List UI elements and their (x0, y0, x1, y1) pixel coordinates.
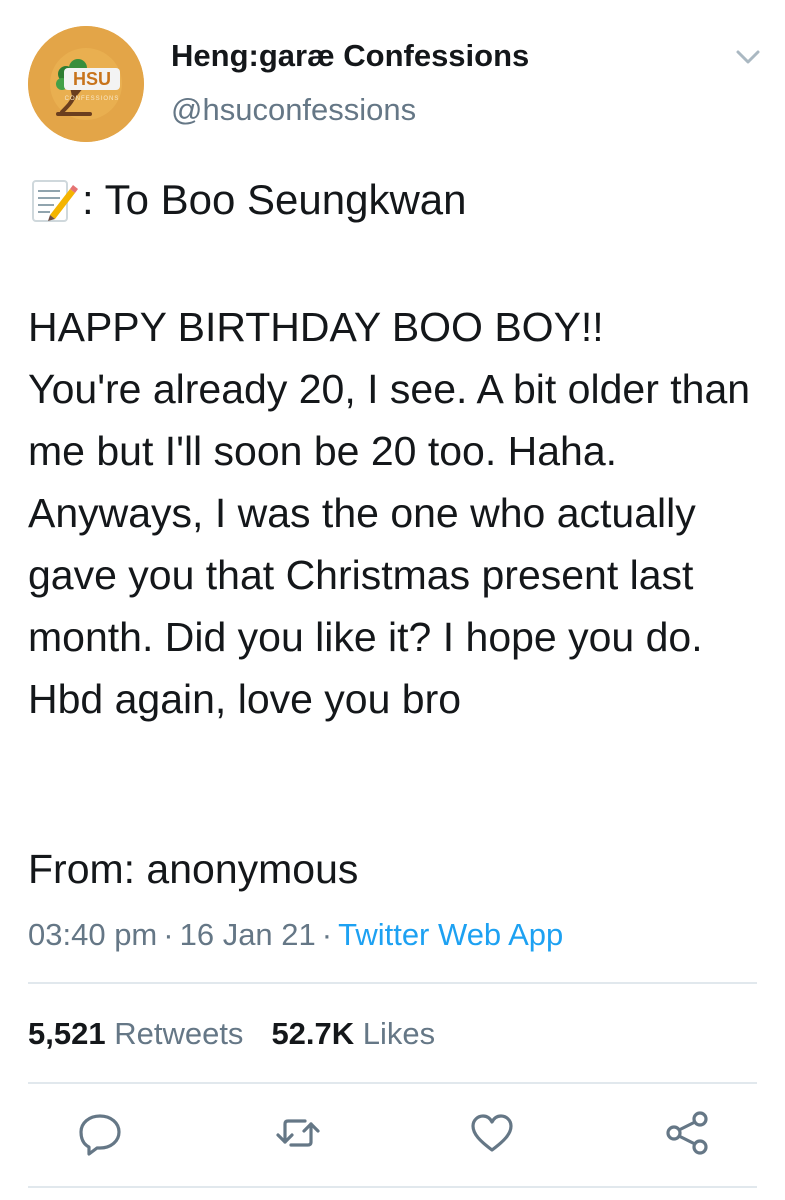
heart-icon (471, 1114, 513, 1152)
tweet-stats: 5,521 Retweets 52.7K Likes (28, 1012, 435, 1056)
hsu-logo-icon: HSU CONFESSIONS (28, 26, 144, 142)
tweet-title: : To Boo Seungkwan (28, 170, 467, 230)
avatar-logo-text: HSU (73, 69, 111, 89)
share-button[interactable] (662, 1108, 712, 1158)
divider (28, 982, 757, 984)
tweet-title-text: : To Boo Seungkwan (82, 176, 467, 223)
share-icon (666, 1111, 708, 1155)
likes-count: 52.7K (271, 1016, 355, 1051)
avatar-logo-subtext: CONFESSIONS (65, 96, 120, 102)
like-button[interactable] (467, 1108, 517, 1158)
retweets-label: Retweets (114, 1016, 244, 1051)
tweet-body: HAPPY BIRTHDAY BOO BOY!! You're already … (28, 304, 751, 722)
meta-separator: · (163, 917, 174, 952)
divider (28, 1186, 757, 1188)
retweets-stat[interactable]: 5,521 Retweets (28, 1016, 243, 1051)
chevron-down-icon (736, 50, 760, 64)
tweet-signoff: From: anonymous (28, 846, 359, 892)
more-options-button[interactable] (728, 40, 768, 76)
tweet-time[interactable]: 03:40 pm (28, 917, 157, 952)
reply-icon (79, 1114, 121, 1156)
meta-separator: · (321, 917, 333, 952)
reply-button[interactable] (75, 1108, 125, 1158)
likes-stat[interactable]: 52.7K Likes (271, 1016, 435, 1051)
retweets-count: 5,521 (28, 1016, 106, 1051)
avatar[interactable]: HSU CONFESSIONS (28, 26, 144, 142)
likes-label: Likes (362, 1016, 436, 1051)
tweet-source-link[interactable]: Twitter Web App (338, 917, 563, 952)
display-name[interactable]: Heng:garæ Confessions (171, 38, 529, 74)
retweet-icon (276, 1119, 320, 1147)
tweet-meta: 03:40 pm · 16 Jan 21 · Twitter Web App (28, 912, 563, 958)
user-handle[interactable]: @hsuconfessions (171, 92, 416, 128)
memo-icon (28, 175, 78, 225)
divider (28, 1082, 757, 1084)
tweet-date[interactable]: 16 Jan 21 (180, 917, 316, 952)
retweet-button[interactable] (273, 1108, 323, 1158)
